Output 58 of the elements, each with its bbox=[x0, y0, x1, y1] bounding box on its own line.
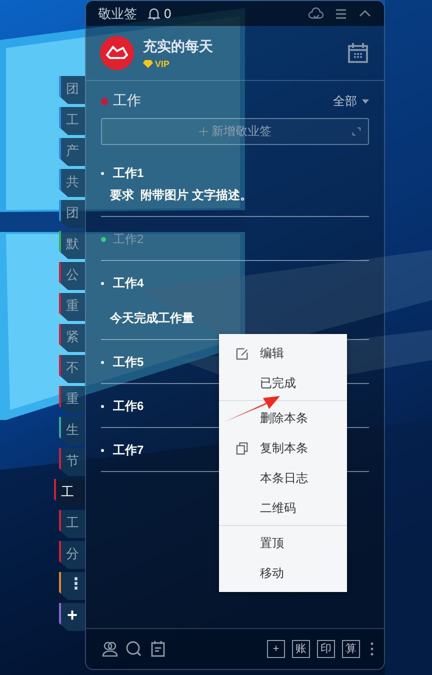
category-tab[interactable]: 生 bbox=[59, 417, 85, 445]
menu-item[interactable]: 置顶 bbox=[219, 528, 347, 558]
menu-item[interactable]: 二维码 bbox=[219, 493, 347, 523]
category-tab[interactable]: 重 bbox=[59, 386, 85, 414]
note-title[interactable]: 工作1 bbox=[113, 165, 144, 182]
category-tab[interactable]: 节 bbox=[59, 448, 85, 476]
filter-dropdown[interactable]: 全部 bbox=[333, 92, 357, 110]
menu-item[interactable]: 删除本条 bbox=[219, 403, 347, 433]
toolbar-button[interactable]: 印 bbox=[317, 640, 335, 658]
contacts-icon[interactable] bbox=[101, 640, 119, 658]
vip-label: VIP bbox=[155, 58, 170, 68]
app-name[interactable]: 敬业签 bbox=[98, 4, 137, 22]
expand-icon[interactable] bbox=[352, 127, 361, 136]
category-tab[interactable]: 工 bbox=[59, 510, 85, 538]
diamond-icon bbox=[143, 60, 153, 68]
bell-icon[interactable] bbox=[147, 6, 161, 20]
menu-item[interactable]: 复制本条 bbox=[219, 433, 347, 463]
menu-item[interactable]: 已完成 bbox=[219, 368, 347, 398]
add-tab[interactable]: + bbox=[59, 603, 85, 631]
note-title[interactable]: 工作7 bbox=[113, 442, 144, 459]
caret-icon[interactable] bbox=[362, 98, 369, 104]
toolbar-button[interactable]: 账 bbox=[292, 640, 310, 658]
edit-icon bbox=[236, 346, 249, 360]
toolbar-button[interactable]: + bbox=[267, 640, 285, 658]
more-icon[interactable] bbox=[370, 642, 374, 656]
category-tab[interactable]: 默 bbox=[59, 231, 85, 259]
category-title: 工作 bbox=[113, 92, 141, 110]
category-tab[interactable]: 公 bbox=[59, 262, 85, 290]
user-name: 充实的每天 bbox=[143, 38, 213, 56]
copy-icon bbox=[236, 442, 249, 454]
category-tab[interactable]: 工 bbox=[54, 479, 85, 507]
more-tab[interactable]: ⋮ bbox=[59, 572, 85, 600]
calendar-icon[interactable] bbox=[346, 41, 370, 65]
note-title[interactable]: 工作4 bbox=[113, 275, 144, 292]
avatar-icon[interactable] bbox=[100, 36, 134, 70]
category-tab[interactable]: 团 bbox=[59, 200, 85, 228]
note-text: 要求 附带图片 文字描述。 bbox=[109, 187, 254, 204]
menu-item[interactable]: 移动 bbox=[219, 558, 347, 588]
category-tab[interactable]: 团 bbox=[59, 76, 85, 104]
note-title[interactable]: 工作6 bbox=[113, 398, 144, 415]
note-title[interactable]: 工作5 bbox=[113, 354, 144, 371]
search-icon[interactable] bbox=[125, 640, 143, 658]
category-tab[interactable]: 重 bbox=[59, 293, 85, 321]
toolbar-button[interactable]: 算 bbox=[342, 640, 360, 658]
notification-count: 0 bbox=[164, 6, 172, 21]
category-tab[interactable]: 工 bbox=[59, 107, 85, 135]
category-tab[interactable]: 分 bbox=[59, 541, 85, 569]
note-list-icon[interactable] bbox=[149, 640, 167, 658]
category-tab[interactable]: 不 bbox=[59, 355, 85, 383]
menu-item[interactable]: 本条日志 bbox=[219, 463, 347, 493]
menu-icon[interactable] bbox=[334, 6, 348, 20]
category-tab[interactable]: 共 bbox=[59, 169, 85, 197]
plus-icon bbox=[198, 127, 208, 136]
category-tab[interactable]: 产 bbox=[59, 138, 85, 166]
note-text: 今天完成工作量 bbox=[109, 310, 195, 327]
category-tab[interactable]: 紧 bbox=[59, 324, 85, 352]
cloud-icon[interactable] bbox=[308, 6, 324, 20]
menu-item[interactable]: 编辑 bbox=[219, 338, 347, 368]
